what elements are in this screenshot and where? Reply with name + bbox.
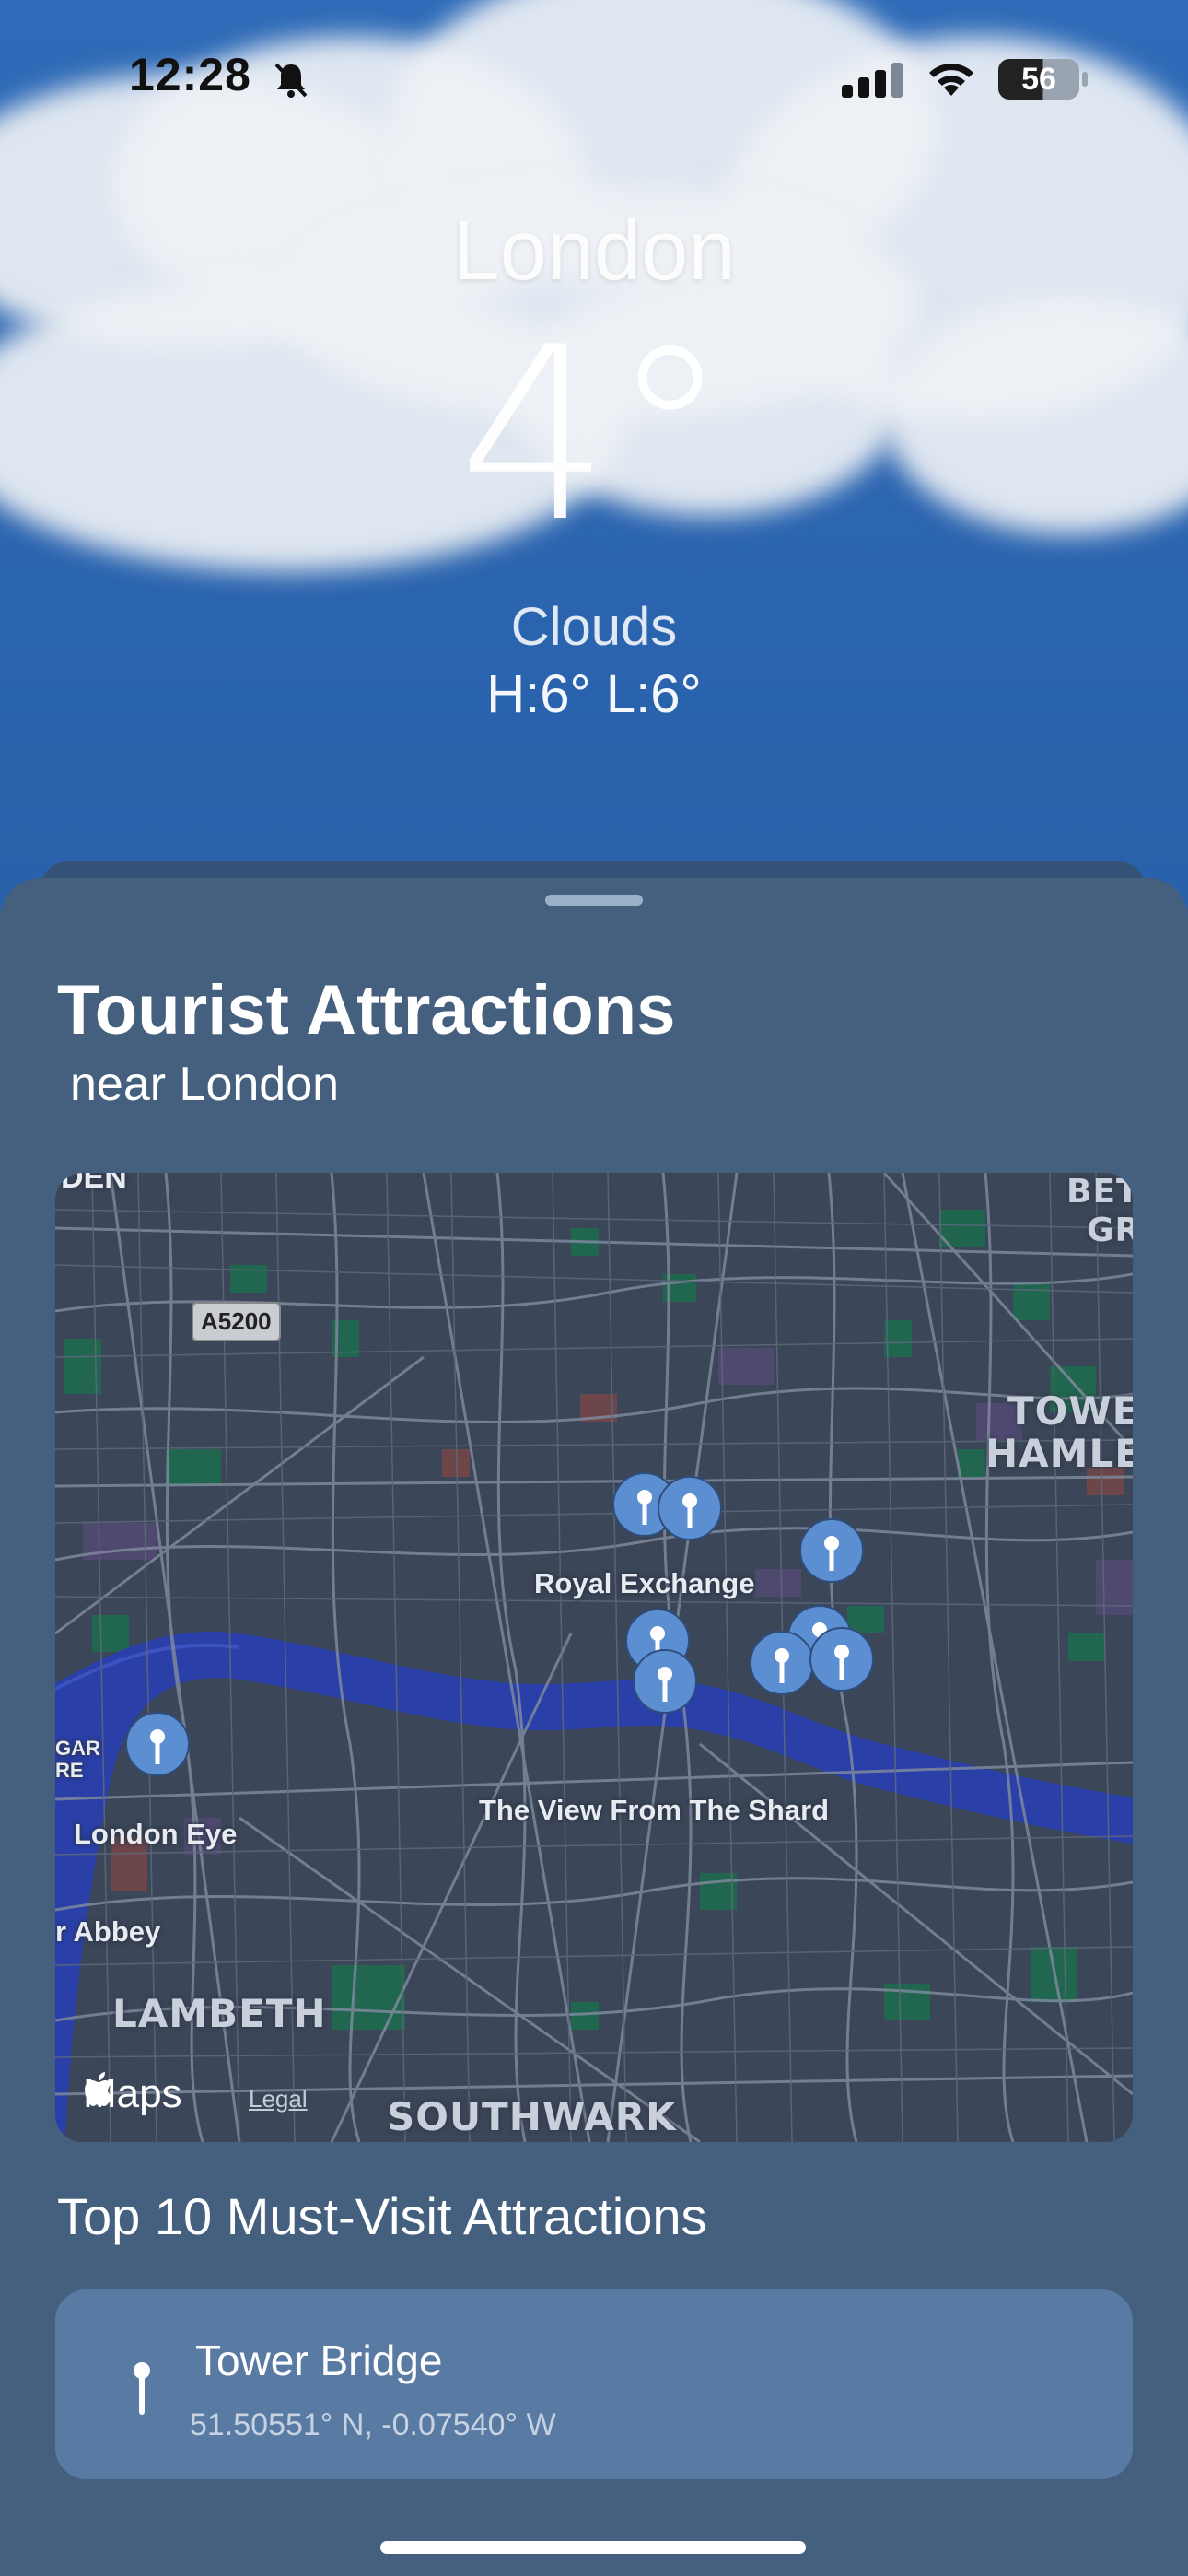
map-label-garden-2: RE — [55, 1759, 84, 1782]
sheet-title: Tourist Attractions — [57, 971, 676, 1049]
map-label-shard[interactable]: The View From The Shard — [479, 1794, 829, 1827]
district-southwark: SOUTHWARK — [387, 2094, 677, 2139]
sheet-grabber[interactable] — [545, 895, 643, 906]
attraction-card[interactable]: Tower Bridge 51.50551° N, -0.07540° W — [55, 2289, 1133, 2479]
high-low-temperature: H:6° L:6° — [486, 664, 702, 724]
battery-tip — [1082, 72, 1088, 87]
wifi-icon — [929, 64, 973, 96]
attractions-map[interactable]: Royal Exchange The View From The Shard L… — [55, 1173, 1133, 2142]
map-label-london-eye[interactable]: London Eye — [74, 1818, 237, 1851]
map-label-royal-exchange[interactable]: Royal Exchange — [534, 1567, 754, 1600]
home-indicator[interactable] — [380, 2541, 806, 2554]
weather-screen: 12:28 56 London 4° Clouds H:6° L:6° Tour… — [0, 0, 1188, 2576]
bell-slash-icon — [274, 63, 308, 98]
map-pin-icon[interactable] — [654, 1475, 726, 1547]
district-tower-hamlets-1: TOWER — [1007, 1388, 1133, 1434]
apple-maps-logo: Maps — [83, 2071, 182, 2117]
city-name: London — [452, 204, 736, 298]
map-pin-icon[interactable] — [796, 1517, 868, 1589]
district-lambeth: LAMBETH — [112, 1991, 327, 2036]
map-legal-link[interactable]: Legal — [249, 2085, 308, 2113]
attractions-sheet[interactable]: Tourist Attractions near London Royal Ex… — [0, 878, 1188, 2576]
map-pin-icon[interactable] — [806, 1626, 878, 1698]
attraction-name: Tower Bridge — [195, 2336, 443, 2384]
road-shield-a5200: A5200 — [192, 1302, 281, 1341]
map-pin-icon[interactable] — [122, 1711, 193, 1783]
district-beth-1: BETI — [1066, 1173, 1133, 1211]
district-beth-2: GR — [1087, 1212, 1133, 1249]
status-time: 12:28 — [129, 49, 251, 100]
battery-icon: 56 — [998, 59, 1079, 100]
status-bar: 12:28 56 — [0, 0, 1188, 157]
current-temperature: 4° — [458, 297, 730, 575]
map-pin-icon[interactable] — [629, 1648, 701, 1720]
current-weather: London 4° Clouds H:6° L:6° — [0, 203, 1188, 725]
top-attractions-heading: Top 10 Must-Visit Attractions — [57, 2187, 707, 2245]
map-label-garden: GAR — [55, 1737, 100, 1760]
sheet-subtitle: near London — [70, 1058, 340, 1111]
district-tower-hamlets-2: HAMLET — [985, 1431, 1133, 1476]
pin-icon — [134, 2362, 150, 2415]
cellular-signal-icon — [842, 63, 903, 98]
attraction-coordinates: 51.50551° N, -0.07540° W — [190, 2407, 556, 2442]
weather-condition: Clouds — [510, 597, 678, 657]
map-label-top-left: DEN — [61, 1173, 127, 1195]
apple-icon — [85, 2072, 112, 2106]
map-label-abbey: r Abbey — [55, 1915, 161, 1948]
